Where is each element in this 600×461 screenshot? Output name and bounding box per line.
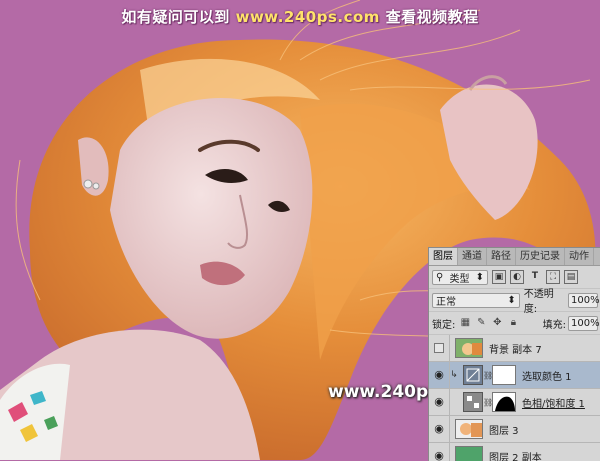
filter-kind-label: 类型 [449,270,469,285]
opacity-label: 不透明度: [524,285,566,315]
adjustment-glyph-icon [466,368,480,382]
filter-row: ⚲ 类型 ⬍ ▣ ◐ T ⛶ ▤ [429,266,600,289]
caption-prefix: 如有疑问可以到 [121,8,230,26]
eye-icon: ◉ [434,449,444,461]
adjustment-filter-icon[interactable]: ◐ [510,270,524,284]
visibility-toggle[interactable]: ◉ [429,389,450,415]
eye-icon: ◉ [434,422,444,435]
fill-value: 100% [571,318,600,329]
blend-mode-value: 正常 [436,293,456,308]
layer-thumbnail [455,419,483,439]
layer-row[interactable]: ◉ ↳ ⛓ 选取颜色 1 [429,362,600,389]
type-filter-icon[interactable]: T [528,270,542,284]
mask-silhouette-icon [493,393,515,411]
lock-pixels-icon[interactable]: ✎ [475,317,487,329]
layer-thumbnail [455,338,483,358]
tab-layers[interactable]: 图层 [429,248,458,265]
hidden-box-icon [434,343,444,353]
top-caption: 如有疑问可以到 www.240ps.com 查看视频教程 [0,6,600,27]
chevron-down-icon: ⬍ [476,272,484,283]
visibility-toggle[interactable]: ◉ [429,416,450,442]
hue-saturation-icon [463,392,483,412]
layer-name: 色相/饱和度 1 [522,395,585,410]
layer-row[interactable]: ◉ ⛓ 色相/饱和度 1 [429,389,600,416]
layer-row[interactable]: ◉ 图层 2 副本 [429,443,600,461]
smart-object-filter-icon[interactable]: ▤ [564,270,578,284]
tab-channels[interactable]: 通道 [458,248,487,265]
caption-suffix: 查看视频教程 [386,8,479,26]
lock-row: 锁定: ▦ ✎ ✥ 🔒︎ 填充: 100% [429,312,600,335]
chevron-down-icon: ⬍ [507,295,515,306]
photo-thumbnail-icon [456,339,483,358]
link-icon[interactable]: ⛓ [483,371,492,380]
visibility-toggle[interactable]: ◉ [429,362,450,388]
selective-color-icon [463,365,483,385]
layer-mask-thumbnail[interactable] [492,365,516,385]
lock-all-icon[interactable]: 🔒︎ [507,317,519,329]
lock-position-icon[interactable]: ✥ [491,317,503,329]
tab-history[interactable]: 历史记录 [516,248,565,265]
clip-arrow-icon: ↳ [450,370,458,380]
visibility-toggle[interactable]: ◉ [429,443,450,461]
tab-paths[interactable]: 路径 [487,248,516,265]
opacity-input[interactable]: 100% [568,293,598,308]
green-thumbnail-icon [456,447,483,461]
fill-label: 填充: [543,316,566,331]
layer-name: 选取颜色 1 [522,368,572,383]
opacity-value: 100% [571,295,600,306]
caption-url[interactable]: www.240ps.com [236,8,380,26]
photo-thumbnail-icon [456,420,483,439]
visibility-toggle[interactable] [429,335,450,361]
blend-row: 正常 ⬍ 不透明度: 100% [429,289,600,312]
search-icon: ⚲ [436,272,443,283]
lock-label: 锁定: [432,316,455,331]
shape-filter-icon[interactable]: ⛶ [546,270,560,284]
eye-icon: ◉ [434,368,444,381]
adjustment-glyph-icon [466,395,480,409]
layers-panel: 图层 通道 路径 历史记录 动作 ⚲ 类型 ⬍ ▣ ◐ T ⛶ ▤ 正常 ⬍ 不… [428,247,600,461]
fill-input[interactable]: 100% [568,316,598,331]
filter-kind-select[interactable]: ⚲ 类型 ⬍ [432,270,488,285]
layer-name: 图层 3 [489,422,519,437]
layer-row[interactable]: ◉ 图层 3 [429,416,600,443]
layer-row[interactable]: 背景 副本 7 [429,335,600,362]
blend-mode-select[interactable]: 正常 ⬍ [432,293,520,308]
layer-thumbnail [455,446,483,461]
lock-transparent-icon[interactable]: ▦ [459,317,471,329]
layer-name: 背景 副本 7 [489,341,542,356]
layer-name: 图层 2 副本 [489,449,542,461]
layer-mask-thumbnail[interactable] [492,392,516,412]
tab-actions[interactable]: 动作 [565,248,594,265]
link-icon[interactable]: ⛓ [483,398,492,407]
image-filter-icon[interactable]: ▣ [492,270,506,284]
eye-icon: ◉ [434,395,444,408]
panel-tabs: 图层 通道 路径 历史记录 动作 [429,248,600,266]
